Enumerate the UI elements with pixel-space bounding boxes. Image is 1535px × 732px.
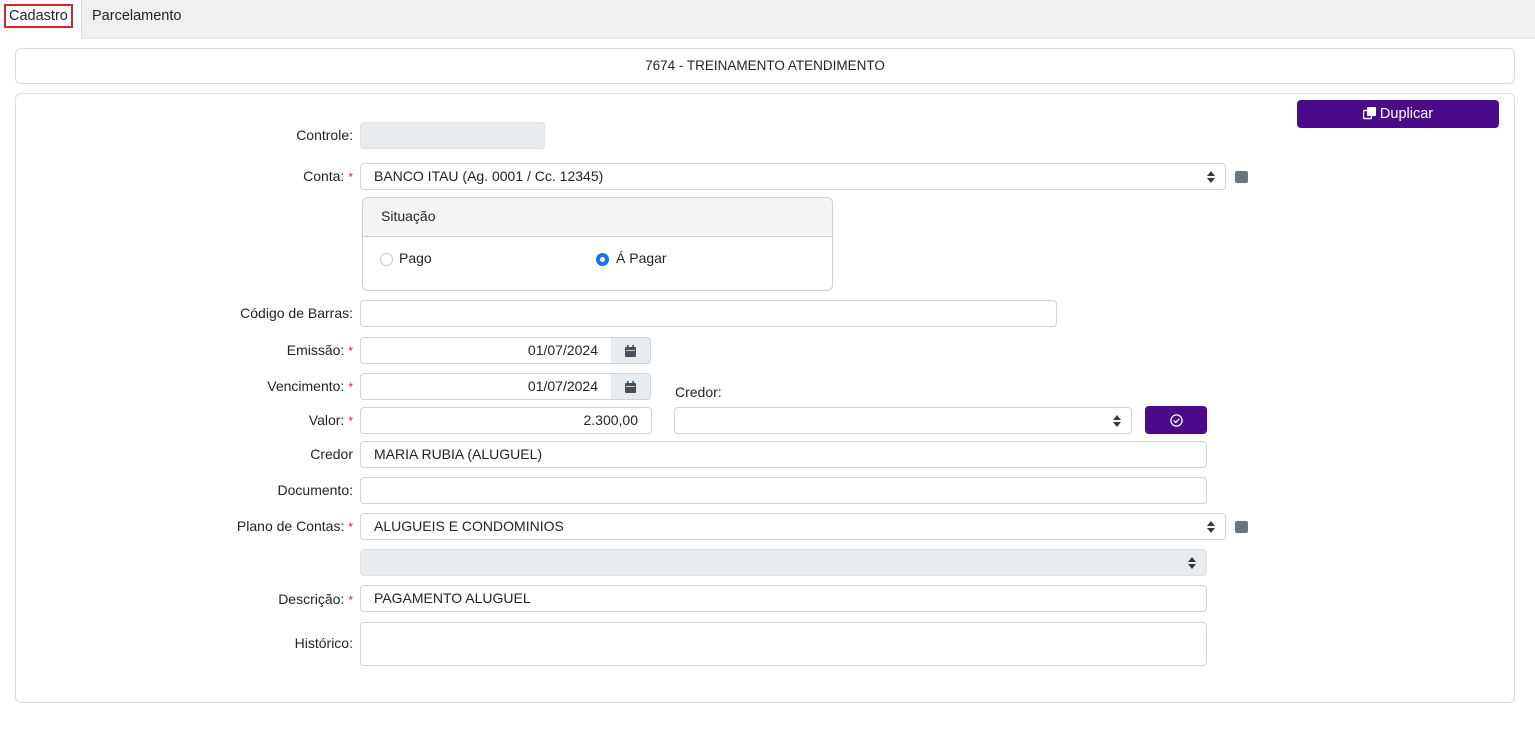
conta-select[interactable]: BANCO ITAU (Ag. 0001 / Cc. 12345): [360, 163, 1226, 190]
calculator-icon[interactable]: [1235, 171, 1248, 183]
tab-cadastro-label: Cadastro: [4, 4, 73, 28]
situacao-title: Situação: [363, 198, 832, 237]
situacao-fieldset: Situação Pago Á Pagar: [362, 197, 833, 291]
calendar-icon: [625, 344, 636, 357]
tab-bar: [0, 0, 1535, 39]
valor-input[interactable]: 2.300,00: [360, 407, 652, 434]
sub-plano-contas-select[interactable]: [360, 549, 1207, 576]
credor-select[interactable]: [674, 407, 1132, 434]
tab-parcelamento-label: Parcelamento: [92, 8, 182, 24]
radio-pago-label[interactable]: Pago: [399, 250, 432, 266]
select-arrows-icon: [1207, 170, 1215, 183]
radio-a-pagar[interactable]: [596, 253, 609, 266]
duplicate-button-label: Duplicar: [1379, 106, 1434, 122]
plano-contas-select[interactable]: ALUGUEIS E CONDOMINIOS: [360, 513, 1226, 540]
calculator-icon[interactable]: [1235, 521, 1248, 533]
codigo-barras-input[interactable]: [360, 300, 1057, 327]
documento-label: Documento:: [277, 482, 353, 498]
documento-input[interactable]: [360, 477, 1207, 504]
controle-input[interactable]: [360, 122, 545, 149]
descricao-input[interactable]: PAGAMENTO ALUGUEL: [360, 585, 1207, 612]
conta-select-value: BANCO ITAU (Ag. 0001 / Cc. 12345): [374, 168, 604, 184]
copy-icon: [1362, 102, 1376, 130]
emissao-input[interactable]: 01/07/2024: [360, 337, 612, 364]
vencimento-label: Vencimento: *: [267, 378, 353, 394]
historico-textarea[interactable]: [360, 622, 1207, 666]
confirm-credor-button[interactable]: [1145, 406, 1207, 434]
radio-pago[interactable]: [380, 253, 393, 266]
radio-a-pagar-label[interactable]: Á Pagar: [616, 250, 667, 266]
check-circle-icon: [1169, 413, 1183, 427]
vencimento-input[interactable]: 01/07/2024: [360, 373, 612, 400]
select-arrows-icon: [1207, 520, 1215, 533]
page-title: 7674 - TREINAMENTO ATENDIMENTO: [15, 48, 1515, 84]
credor-input[interactable]: MARIA RUBIA (ALUGUEL): [360, 441, 1207, 468]
select-arrows-icon: [1113, 414, 1121, 427]
descricao-label: Descrição: *: [278, 591, 353, 607]
credor-label: Credor: [310, 446, 353, 462]
calendar-icon: [625, 380, 636, 393]
codigo-barras-label: Código de Barras:: [240, 305, 353, 321]
vencimento-calendar-button[interactable]: [611, 373, 651, 400]
tab-parcelamento[interactable]: Parcelamento: [86, 2, 187, 41]
conta-label: Conta: *: [303, 168, 353, 184]
historico-label: Histórico:: [294, 635, 353, 651]
plano-contas-label: Plano de Contas: *: [236, 518, 353, 534]
controle-label: Controle:: [296, 127, 353, 143]
plano-contas-select-value: ALUGUEIS E CONDOMINIOS: [374, 518, 564, 534]
tab-cadastro[interactable]: Cadastro: [0, 0, 82, 39]
emissao-calendar-button[interactable]: [611, 337, 651, 364]
duplicate-button[interactable]: Duplicar: [1297, 100, 1499, 128]
credor-select-label: Credor:: [675, 384, 722, 400]
valor-label: Valor: *: [308, 412, 353, 428]
emissao-label: Emissão: *: [286, 342, 353, 358]
select-arrows-icon: [1188, 556, 1196, 569]
